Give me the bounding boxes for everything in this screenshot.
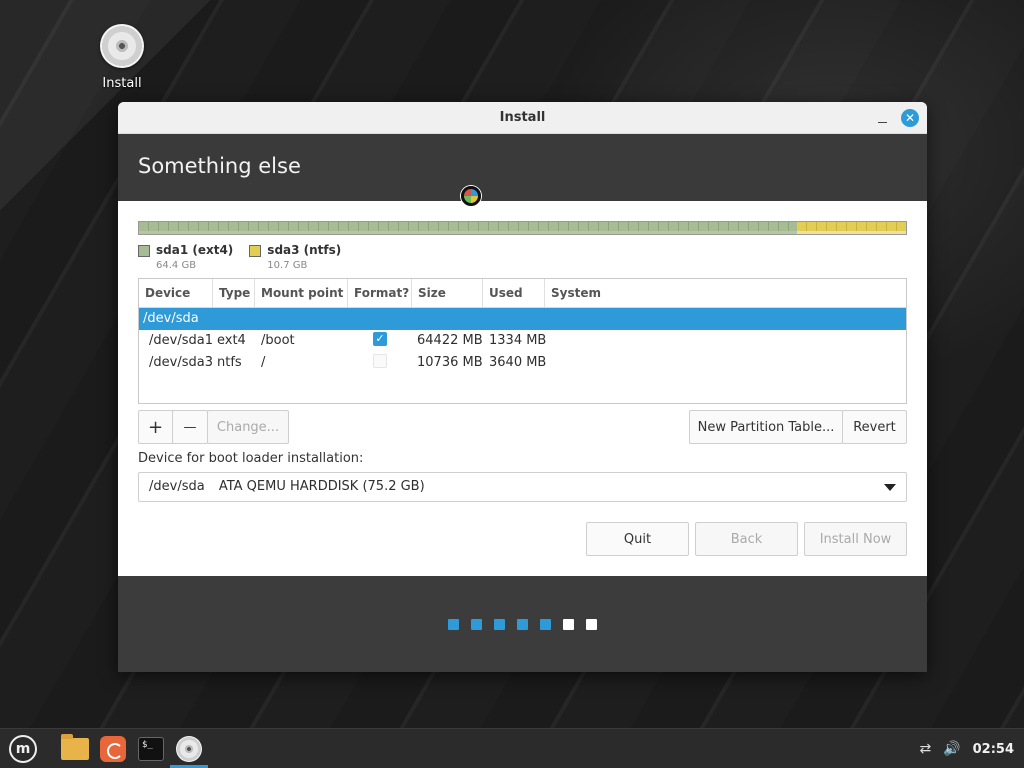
bootloader-device-select[interactable]: /dev/sda ATA QEMU HARDDISK (75.2 GB) (138, 472, 907, 502)
cell-used: 1334 MB (489, 333, 547, 348)
cell-size: 64422 MB (417, 333, 483, 348)
cell-format (369, 352, 417, 374)
folder-icon (61, 733, 89, 760)
clock[interactable]: 02:54 (973, 742, 1014, 757)
partition-segment-sda1 (139, 222, 797, 234)
linux-mint-logo-icon: m (9, 734, 37, 763)
quit-button[interactable]: Quit (586, 522, 689, 556)
cell-type: ext4 (217, 333, 246, 348)
installer-footer (118, 576, 927, 672)
partition-table[interactable]: Device Type Mount point Format? Size Use… (138, 278, 907, 404)
terminal-icon: $_ (138, 736, 164, 761)
remove-partition-button[interactable]: — (172, 410, 208, 444)
installer-window: Install ✕ Something else sda1 (ext4) 64.… (118, 102, 927, 672)
firefox-icon (100, 735, 126, 762)
bootloader-label: Device for boot loader installation: (138, 451, 364, 466)
terminal-launcher[interactable]: $_ (132, 730, 170, 768)
disk-device: /dev/sda (143, 311, 199, 326)
progress-step-dot (471, 619, 482, 630)
legend-item-sda3: sda3 (ntfs) 10.7 GB (249, 243, 341, 271)
close-icon: ✕ (904, 111, 916, 125)
partition-legend: sda1 (ext4) 64.4 GB sda3 (ntfs) 10.7 GB (138, 243, 341, 271)
change-partition-button[interactable]: Change... (207, 410, 289, 444)
format-checkbox[interactable] (373, 354, 387, 368)
cell-device: /dev/sda1 (149, 333, 213, 348)
install-task-button[interactable] (170, 730, 208, 768)
disc-icon (176, 735, 202, 762)
table-row[interactable]: /dev/sda3 ntfs / 10736 MB 3640 MB (139, 352, 906, 374)
back-button[interactable]: Back (695, 522, 798, 556)
progress-step-dot (517, 619, 528, 630)
table-header: Device Type Mount point Format? Size Use… (139, 279, 906, 308)
chevron-down-icon (884, 484, 896, 491)
column-header-device[interactable]: Device (139, 279, 213, 307)
install-now-button[interactable]: Install Now (804, 522, 907, 556)
cell-mount: /boot (261, 333, 295, 348)
cell-system (559, 352, 906, 374)
network-disconnected-icon[interactable]: ⇄ (919, 741, 931, 757)
disc-icon (100, 24, 144, 68)
legend-item-sda1: sda1 (ext4) 64.4 GB (138, 243, 233, 271)
desktop-install-icon[interactable]: Install (92, 24, 152, 91)
column-header-system[interactable]: System (545, 279, 906, 307)
cell-size: 10736 MB (417, 355, 483, 370)
column-header-type[interactable]: Type (213, 279, 255, 307)
legend-swatch (249, 245, 262, 257)
format-checkbox[interactable]: ✓ (373, 332, 387, 346)
column-header-mount[interactable]: Mount point (255, 279, 348, 307)
legend-name: sda3 (ntfs) (267, 243, 342, 257)
add-partition-button[interactable]: + (138, 410, 173, 444)
cell-system (559, 330, 906, 352)
minimize-button[interactable] (877, 109, 889, 127)
cell-format: ✓ (369, 330, 417, 352)
menu-button[interactable]: m (4, 730, 42, 768)
revert-button[interactable]: Revert (842, 410, 907, 444)
taskbar: m $_ ⇄ 🔊 02:54 (0, 728, 1024, 768)
column-header-size[interactable]: Size (412, 279, 483, 307)
bootloader-device-description: ATA QEMU HARDDISK (75.2 GB) (218, 479, 425, 494)
cell-mount: / (261, 355, 266, 370)
column-header-used[interactable]: Used (483, 279, 545, 307)
partition-segment-sda3 (797, 222, 906, 234)
system-tray: ⇄ 🔊 02:54 (919, 729, 1014, 768)
cell-used: 3640 MB (489, 355, 547, 370)
legend-size: 10.7 GB (267, 260, 308, 271)
legend-size: 64.4 GB (156, 260, 197, 271)
new-partition-table-button[interactable]: New Partition Table... (689, 410, 843, 444)
progress-dots (448, 619, 597, 630)
progress-step-dot (448, 619, 459, 630)
firefox-launcher[interactable] (94, 730, 132, 768)
volume-icon[interactable]: 🔊 (943, 741, 960, 757)
legend-name: sda1 (ext4) (156, 243, 234, 257)
close-button[interactable]: ✕ (901, 109, 919, 127)
table-row[interactable]: /dev/sda1 ext4 /boot ✓ 64422 MB 1334 MB (139, 330, 906, 352)
legend-swatch (138, 245, 150, 257)
files-launcher[interactable] (56, 730, 94, 768)
progress-step-dot (540, 619, 551, 630)
table-row-disk[interactable]: /dev/sda (139, 308, 906, 330)
window-titlebar[interactable]: Install ✕ (118, 102, 927, 134)
desktop-icon-label: Install (102, 76, 142, 91)
page-title: Something else (138, 154, 301, 178)
busy-spinner-icon (461, 186, 481, 206)
progress-step-dot (563, 619, 574, 630)
cell-device: /dev/sda3 (149, 355, 213, 370)
partition-bar (138, 221, 907, 235)
page-header: Something else (118, 134, 927, 206)
bootloader-device: /dev/sda (149, 479, 205, 494)
cell-type: ntfs (217, 355, 242, 370)
column-header-format[interactable]: Format? (348, 279, 412, 307)
window-title: Install (499, 110, 546, 125)
progress-step-dot (494, 619, 505, 630)
progress-step-dot (586, 619, 597, 630)
